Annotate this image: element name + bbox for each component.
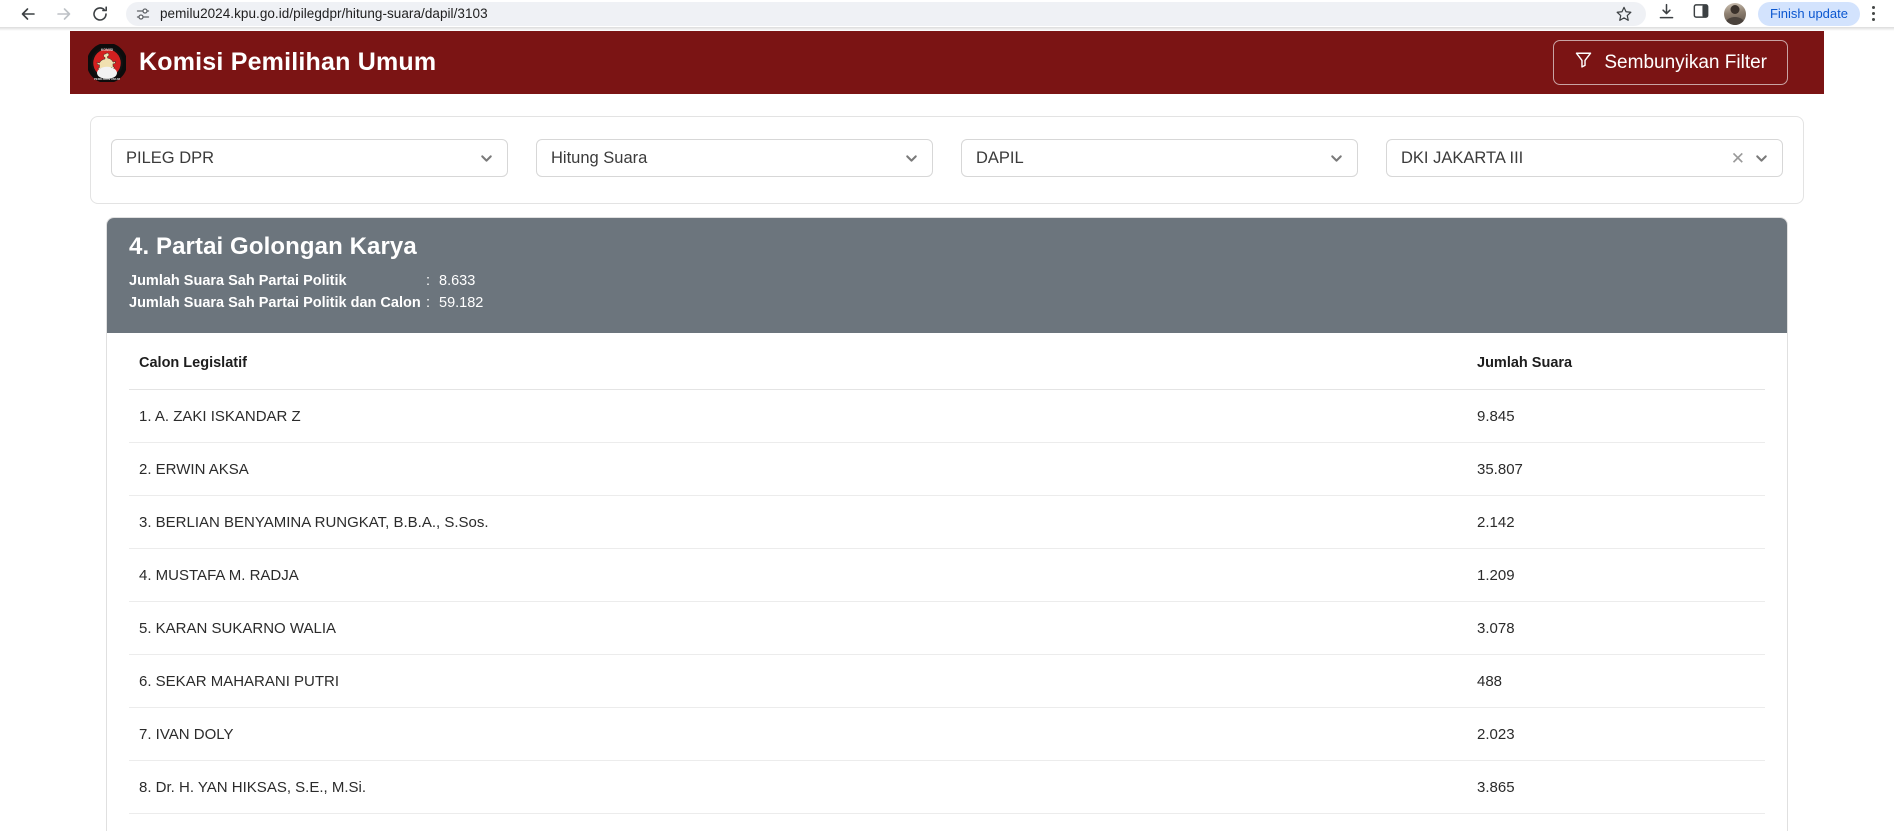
reload-button[interactable]	[82, 1, 118, 27]
candidate-name: 3. BERLIAN BENYAMINA RUNGKAT, B.B.A., S.…	[129, 495, 1465, 549]
party-stat-separator: :	[425, 273, 431, 289]
candidate-name: 4. MUSTAFA M. RADJA	[129, 548, 1465, 602]
download-icon	[1657, 2, 1676, 26]
select-dapil-value: DKI JAKARTA III	[1401, 148, 1524, 167]
address-bar[interactable]: pemilu2024.kpu.go.id/pilegdpr/hitung-sua…	[126, 1, 1646, 26]
forward-arrow-icon	[54, 4, 74, 24]
url-text: pemilu2024.kpu.go.id/pilegdpr/hitung-sua…	[160, 6, 488, 21]
star-icon[interactable]	[1612, 3, 1636, 25]
chevron-down-icon	[1328, 150, 1345, 167]
column-header-candidate: Calon Legislatif	[129, 332, 1465, 390]
candidate-votes: 2.142	[1465, 495, 1765, 549]
table-header-row: Calon Legislatif Jumlah Suara	[129, 332, 1765, 390]
candidate-votes: 35.807	[1465, 442, 1765, 496]
candidate-votes: 3.078	[1465, 601, 1765, 655]
table-row: 1. A. ZAKI ISKANDAR Z 9.845	[129, 389, 1765, 443]
party-name: 4. Partai Golongan Karya	[129, 233, 417, 260]
party-stat-label: Jumlah Suara Sah Partai Politik	[129, 273, 347, 289]
table-head: Calon Legislatif Jumlah Suara	[129, 332, 1765, 390]
party-stat-total-votes: Jumlah Suara Sah Partai Politik dan Calo…	[129, 292, 1765, 314]
candidate-table: Calon Legislatif Jumlah Suara 1. A. ZAKI…	[129, 332, 1765, 814]
table-row: 7. IVAN DOLY 2.023	[129, 707, 1765, 761]
toggle-filter-button[interactable]: Sembunyikan Filter	[1553, 40, 1788, 85]
select-election-type-value: PILEG DPR	[126, 148, 215, 167]
candidate-name: 8. Dr. H. YAN HIKSAS, S.E., M.Si.	[129, 760, 1465, 814]
side-panel-button[interactable]	[1684, 1, 1718, 27]
table-body: 1. A. ZAKI ISKANDAR Z 9.845 2. ERWIN AKS…	[129, 389, 1765, 814]
side-panel-icon	[1692, 2, 1710, 25]
party-stat-value: 59.182	[439, 295, 484, 312]
table-row: 8. Dr. H. YAN HIKSAS, S.E., M.Si. 3.865	[129, 760, 1765, 814]
download-button[interactable]	[1650, 1, 1684, 27]
party-stat-separator: :	[425, 295, 431, 312]
chevron-down-icon	[903, 150, 920, 167]
site-title: Komisi Pemilihan Umum	[139, 48, 437, 76]
browser-toolbar: pemilu2024.kpu.go.id/pilegdpr/hitung-sua…	[0, 0, 1894, 27]
site-header: KOMISI PEMILIHAN UMUM Komisi Pemilihan U…	[70, 31, 1824, 94]
three-dot-menu-icon[interactable]	[1862, 1, 1884, 27]
candidate-votes: 9.845	[1465, 389, 1765, 443]
candidate-name: 5. KARAN SUKARNO WALIA	[129, 601, 1465, 655]
table-row: 2. ERWIN AKSA 35.807	[129, 442, 1765, 496]
site-settings-icon[interactable]	[132, 3, 154, 25]
page-content: KOMISI PEMILIHAN UMUM Komisi Pemilihan U…	[0, 31, 1894, 831]
browser-actions: Finish update	[1650, 1, 1884, 27]
select-count-type[interactable]: Hitung Suara	[536, 139, 933, 177]
select-region-level-value: DAPIL	[976, 148, 1024, 167]
party-stat-value: 8.633	[439, 273, 476, 289]
reload-icon	[90, 4, 110, 24]
candidate-votes: 1.209	[1465, 548, 1765, 602]
profile-button[interactable]	[1718, 1, 1752, 27]
party-stat-valid-votes: Jumlah Suara Sah Partai Politik : 8.633	[129, 270, 1765, 292]
finish-update-button[interactable]: Finish update	[1757, 1, 1860, 26]
select-region-level[interactable]: DAPIL	[961, 139, 1358, 177]
column-header-votes: Jumlah Suara	[1465, 332, 1765, 390]
candidate-name: 6. SEKAR MAHARANI PUTRI	[129, 654, 1465, 708]
select-dapil[interactable]: DKI JAKARTA III ✕	[1386, 139, 1783, 177]
party-header: 4. Partai Golongan Karya Jumlah Suara Sa…	[107, 218, 1787, 333]
back-arrow-icon	[18, 4, 38, 24]
candidate-name: 2. ERWIN AKSA	[129, 442, 1465, 496]
candidate-name: 7. IVAN DOLY	[129, 707, 1465, 761]
select-count-type-value: Hitung Suara	[551, 148, 648, 167]
select-election-type[interactable]: PILEG DPR	[111, 139, 508, 177]
candidate-votes: 488	[1465, 654, 1765, 708]
candidate-table-wrapper: Calon Legislatif Jumlah Suara 1. A. ZAKI…	[107, 332, 1787, 831]
brand: KOMISI PEMILIHAN UMUM Komisi Pemilihan U…	[86, 42, 437, 83]
forward-button[interactable]	[46, 1, 82, 27]
filter-panel: PILEG DPR Hitung Suara DAPIL DKI JAKARTA…	[90, 116, 1804, 204]
chevron-down-icon	[1753, 150, 1770, 167]
back-button[interactable]	[10, 1, 46, 27]
svg-text:KOMISI: KOMISI	[101, 48, 113, 52]
clear-x-icon[interactable]: ✕	[1731, 150, 1745, 167]
table-row: 6. SEKAR MAHARANI PUTRI 488	[129, 654, 1765, 708]
table-row: 5. KARAN SUKARNO WALIA 3.078	[129, 601, 1765, 655]
table-row: 3. BERLIAN BENYAMINA RUNGKAT, B.B.A., S.…	[129, 495, 1765, 549]
chevron-down-icon	[478, 150, 495, 167]
candidate-name: 1. A. ZAKI ISKANDAR Z	[129, 389, 1465, 443]
kpu-logo: KOMISI PEMILIHAN UMUM	[86, 42, 128, 83]
candidate-votes: 2.023	[1465, 707, 1765, 761]
svg-text:PEMILIHAN UMUM: PEMILIHAN UMUM	[94, 77, 121, 81]
page-container: KOMISI PEMILIHAN UMUM Komisi Pemilihan U…	[70, 31, 1824, 831]
table-row: 4. MUSTAFA M. RADJA 1.209	[129, 548, 1765, 602]
toggle-filter-label: Sembunyikan Filter	[1604, 51, 1767, 73]
party-result-card: 4. Partai Golongan Karya Jumlah Suara Sa…	[106, 217, 1788, 831]
candidate-votes: 3.865	[1465, 760, 1765, 814]
funnel-icon	[1574, 50, 1593, 75]
party-stat-label: Jumlah Suara Sah Partai Politik dan Calo…	[129, 295, 421, 312]
profile-avatar	[1723, 2, 1746, 25]
